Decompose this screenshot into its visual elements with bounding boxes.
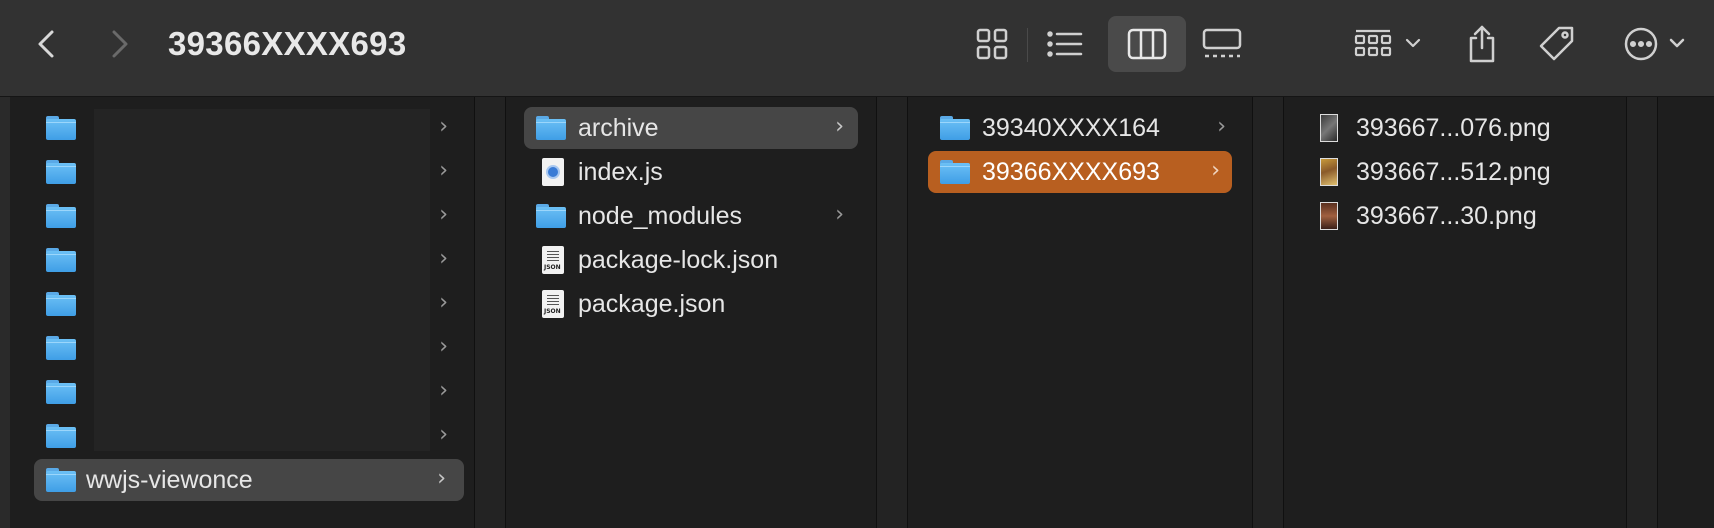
icon-view-button[interactable] bbox=[967, 22, 1017, 66]
back-button[interactable] bbox=[30, 24, 64, 64]
toolbar-divider bbox=[1027, 28, 1028, 62]
json-file-icon: JSON bbox=[542, 246, 564, 274]
chevron-right-icon: › bbox=[439, 246, 448, 271]
list-item[interactable]: › bbox=[46, 283, 466, 325]
folder-icon bbox=[46, 468, 76, 492]
column-1: › › › › › › › › wwjs-viewonce › bbox=[10, 97, 474, 528]
folder-icon bbox=[46, 424, 76, 448]
folder-icon bbox=[46, 336, 76, 360]
forward-button[interactable] bbox=[102, 24, 136, 64]
list-view-icon bbox=[1047, 31, 1083, 57]
folder-icon bbox=[536, 204, 566, 228]
column-resize-handle[interactable] bbox=[1626, 97, 1658, 528]
sidebar-item-wwjs-viewonce[interactable]: wwjs-viewonce › bbox=[34, 459, 464, 501]
list-item[interactable]: › bbox=[46, 107, 466, 149]
share-button[interactable] bbox=[1457, 22, 1507, 66]
folder-icon bbox=[536, 116, 566, 140]
list-view-button[interactable] bbox=[1040, 22, 1090, 66]
js-file-icon bbox=[542, 158, 564, 186]
empty-column bbox=[1658, 97, 1714, 528]
folder-icon bbox=[46, 204, 76, 228]
column-view-icon bbox=[1127, 28, 1167, 60]
column-resize-handle[interactable] bbox=[876, 97, 908, 528]
chevron-right-icon: › bbox=[439, 290, 448, 315]
chevron-right-icon: › bbox=[439, 334, 448, 359]
chevron-right-icon: › bbox=[835, 114, 844, 139]
folder-icon bbox=[46, 248, 76, 272]
image-thumbnail-icon bbox=[1320, 158, 1338, 186]
list-item-package-lock[interactable]: JSON package-lock.json bbox=[538, 239, 858, 281]
list-item-image[interactable]: 393667...30.png bbox=[1320, 195, 1620, 237]
json-file-icon: JSON bbox=[542, 290, 564, 318]
list-item[interactable]: › bbox=[46, 371, 466, 413]
column-resize-handle[interactable] bbox=[474, 97, 506, 528]
ellipsis-circle-icon bbox=[1624, 27, 1685, 61]
window-edge bbox=[0, 97, 10, 528]
folder-icon bbox=[46, 380, 76, 404]
folder-icon bbox=[940, 116, 970, 140]
column-resize-handle[interactable] bbox=[1252, 97, 1284, 528]
chevron-right-icon: › bbox=[1211, 158, 1220, 183]
chevron-left-icon bbox=[38, 30, 54, 58]
chevron-right-icon: › bbox=[439, 114, 448, 139]
image-thumbnail-icon bbox=[1320, 202, 1338, 230]
grid-view-icon bbox=[976, 28, 1008, 60]
chevron-right-icon: › bbox=[437, 466, 446, 491]
list-item[interactable]: › bbox=[46, 239, 466, 281]
list-item-package-json[interactable]: JSON package.json bbox=[538, 283, 858, 325]
list-item-image[interactable]: 393667...076.png bbox=[1320, 107, 1620, 149]
list-item[interactable]: › bbox=[46, 195, 466, 237]
folder-icon bbox=[46, 116, 76, 140]
gallery-view-button[interactable] bbox=[1196, 22, 1248, 66]
list-item[interactable]: › bbox=[46, 415, 466, 457]
list-item-image[interactable]: 393667...512.png bbox=[1320, 151, 1620, 193]
column-4: 393667...076.png 393667...512.png 393667… bbox=[1284, 97, 1626, 528]
chevron-right-icon: › bbox=[439, 378, 448, 403]
list-item[interactable]: › bbox=[46, 151, 466, 193]
list-item-folder-39366[interactable]: 39366XXXX693 › bbox=[928, 151, 1232, 193]
window-title: 39366XXXX693 bbox=[168, 25, 407, 62]
column-3: 39340XXXX164 › 39366XXXX693 › bbox=[908, 97, 1252, 528]
group-by-icon bbox=[1354, 29, 1421, 57]
folder-icon bbox=[940, 160, 970, 184]
list-item-index-js[interactable]: index.js bbox=[538, 151, 858, 193]
list-item-node-modules[interactable]: node_modules › bbox=[536, 195, 858, 237]
chevron-right-icon: › bbox=[835, 202, 844, 227]
folder-icon bbox=[46, 160, 76, 184]
list-item-folder-39340[interactable]: 39340XXXX164 › bbox=[940, 107, 1240, 149]
tag-icon bbox=[1539, 26, 1574, 61]
chevron-right-icon: › bbox=[1217, 114, 1226, 139]
toolbar: 39366XXXX693 bbox=[0, 0, 1714, 97]
more-actions-button[interactable] bbox=[1620, 22, 1692, 66]
folder-icon bbox=[46, 292, 76, 316]
gallery-view-icon bbox=[1202, 28, 1242, 58]
chevron-right-icon: › bbox=[439, 422, 448, 447]
tags-button[interactable] bbox=[1532, 22, 1582, 66]
list-item[interactable]: › bbox=[46, 327, 466, 369]
column-browser: › › › › › › › › wwjs-viewonce › archive … bbox=[0, 97, 1714, 528]
share-icon bbox=[1469, 25, 1495, 63]
image-thumbnail-icon bbox=[1320, 114, 1338, 142]
column-2: archive › index.js node_modules › JSON p… bbox=[506, 97, 876, 528]
chevron-right-icon bbox=[112, 30, 128, 58]
group-by-button[interactable] bbox=[1350, 22, 1428, 66]
chevron-right-icon: › bbox=[439, 158, 448, 183]
chevron-right-icon: › bbox=[439, 202, 448, 227]
column-view-button[interactable] bbox=[1108, 16, 1186, 72]
list-item-archive[interactable]: archive › bbox=[524, 107, 858, 149]
